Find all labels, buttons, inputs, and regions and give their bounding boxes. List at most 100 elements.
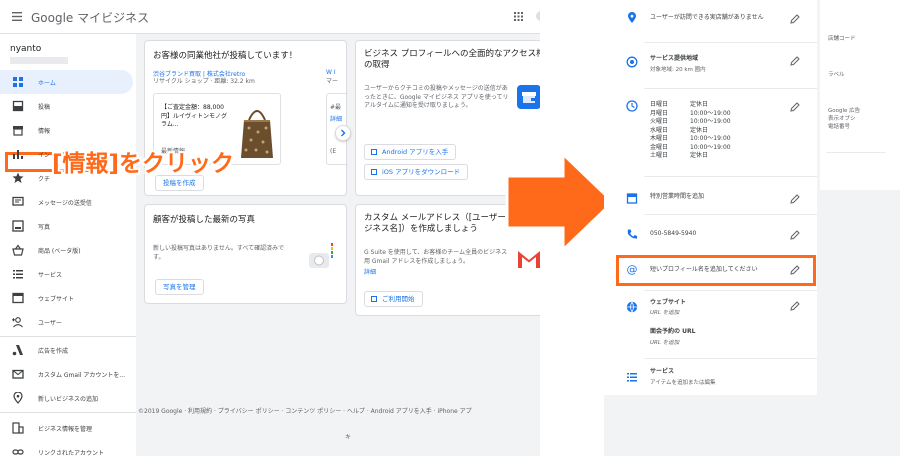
sidebar-divider	[0, 336, 136, 337]
clock-icon	[626, 100, 638, 112]
arrow-right-icon	[505, 152, 617, 252]
booking-value: URL を追加	[650, 340, 680, 346]
photos-text: 新しい投稿写真はありません。すべて確認済みです。	[153, 245, 285, 261]
sidebar-item-add-business[interactable]: 新しいビジネスの追加	[0, 386, 133, 410]
website-icon	[12, 292, 24, 304]
side-panel-bg	[820, 0, 900, 190]
annotation-click-info: [情報]をクリック	[52, 151, 235, 177]
hours-time: 定休日	[690, 126, 709, 134]
service-area-title: サービス提供地域	[650, 55, 699, 62]
special-hours-label: 特別営業時間を追加	[650, 193, 705, 200]
ads-label-2: 表示オプシ	[828, 116, 856, 122]
sidebar-item-posts[interactable]: 投稿	[0, 94, 133, 118]
next-post-button[interactable]	[335, 125, 351, 141]
booking-title: 面会予約の URL	[650, 328, 696, 335]
sidebar-item-photos[interactable]: 写真	[0, 214, 133, 238]
menu-icon[interactable]	[12, 12, 22, 21]
website-value: URL を追加	[650, 310, 680, 316]
target-icon	[626, 56, 638, 68]
phone-number: 050-5849-5940	[650, 230, 697, 237]
sidebar-item-label: ビジネス情報を管理	[38, 426, 93, 433]
sidebar-item-label: 商品 (ベータ版)	[38, 248, 81, 255]
edit-pencil-icon[interactable]	[790, 14, 800, 24]
customer-photos-card: 顧客が投稿した最新の写真 新しい投稿写真はありません。すべて確認済みです。 写真…	[144, 204, 347, 304]
ios-app-label: iOS アプリをダウンロード	[382, 168, 461, 176]
account-name: nyanto	[10, 44, 42, 54]
star-icon	[12, 172, 24, 184]
edit-pencil-icon[interactable]	[790, 230, 800, 240]
hours-time: 10:00～19:00	[690, 118, 731, 125]
sidebar-item-label: 投稿	[38, 104, 51, 111]
post-icon	[12, 100, 24, 112]
message-icon	[12, 196, 24, 208]
ads-icon	[12, 344, 24, 356]
sidebar-item-label: サービス	[38, 272, 63, 279]
divider	[826, 152, 886, 153]
sidebar-item-label: カスタム Gmail アカウントを...	[38, 372, 126, 379]
sidebar-item-services[interactable]: サービス	[0, 262, 133, 286]
camera-illustration-icon	[305, 241, 339, 273]
hours-day: 金曜日	[650, 143, 669, 151]
info-panel: ユーザーが訪問できる実店舗がありません サービス提供地域 対象地域: 20 km…	[604, 0, 817, 395]
gmb-info-screenshot: ユーザーが訪問できる実店舗がありません サービス提供地域 対象地域: 20 km…	[604, 0, 900, 456]
grid-icon	[12, 76, 24, 88]
sidebar-item-gmail[interactable]: カスタム Gmail アカウントを...	[0, 362, 133, 386]
get-started-label: ご利用開始	[382, 295, 415, 303]
ads-label-1: Google 広告	[828, 108, 861, 114]
sidebar-item-messages[interactable]: メッセージの送受信	[0, 190, 133, 214]
ios-app-button[interactable]: iOS アプリをダウンロード	[364, 164, 469, 180]
app-title[interactable]: Google マイビジネス	[31, 9, 149, 26]
basket-icon	[12, 244, 24, 256]
sidebar-item-label: リンクされたアカウント	[38, 450, 105, 456]
android-app-button[interactable]: Android アプリを入手	[364, 144, 457, 160]
post2-text: #最	[330, 104, 342, 111]
edit-pencil-icon[interactable]	[790, 194, 800, 204]
divider	[644, 176, 817, 177]
get-started-button[interactable]: ご利用開始	[364, 291, 423, 307]
card-title: 顧客が投稿した最新の写真	[153, 215, 256, 225]
edit-pencil-icon[interactable]	[790, 265, 800, 275]
edit-pencil-icon[interactable]	[790, 301, 800, 311]
ads-label-3: 電話番号	[828, 124, 851, 130]
manage-photos-button[interactable]: 写真を管理	[155, 279, 204, 295]
sidebar-item-create-ad[interactable]: 広告を作成	[0, 338, 133, 362]
divider	[644, 88, 817, 89]
hours-time: 10:00～19:00	[690, 109, 731, 117]
open-link-icon	[371, 296, 377, 302]
globe-icon	[626, 301, 638, 313]
sidebar-item-website[interactable]: ウェブサイト	[0, 286, 133, 310]
add-user-icon	[12, 316, 24, 328]
handbag-photo	[236, 98, 278, 158]
label-label: ラベル	[828, 72, 845, 78]
competitor-meta: リサイクル ショップ · 距離: 32.2 km	[153, 78, 255, 85]
sidebar-item-info[interactable]: 情報	[0, 118, 133, 142]
services-value: アイテムを追加または編集	[650, 380, 716, 386]
competitor2-company-link[interactable]: W I	[326, 69, 336, 76]
profile-text: ユーザーからクチコミの投稿やメッセージの送信があったときに、Google マイビ…	[364, 85, 509, 109]
post2-tag: (E	[330, 148, 337, 155]
edit-pencil-icon[interactable]	[790, 56, 800, 66]
calendar-icon	[626, 192, 638, 204]
account-avatar[interactable]	[536, 11, 540, 21]
account-id-redacted	[10, 57, 68, 64]
footer-extra: キ	[345, 434, 352, 441]
edit-pencil-icon[interactable]	[790, 102, 800, 112]
post2-link[interactable]: 詳細	[330, 114, 342, 123]
sidebar-item-home[interactable]: ホーム	[0, 70, 133, 94]
open-link-icon	[371, 169, 377, 175]
at-sign-icon: @	[626, 263, 638, 276]
services-title: サービス	[650, 368, 675, 375]
gmb-app-icon	[517, 85, 540, 109]
footer-links[interactable]: ©2019 Google · 利用規約 · プライバシー ポリシー · コンテン…	[138, 406, 472, 415]
sidebar-item-users[interactable]: ユーザー	[0, 310, 133, 334]
competitor-company-link[interactable]: 渋谷ブランド買取 | 株式会社retro	[153, 69, 245, 78]
phone-icon	[626, 228, 638, 240]
sidebar-item-label: 新しいビジネスの追加	[38, 396, 99, 403]
sidebar-item-label: ユーザー	[38, 320, 62, 327]
sidebar-item-manage-business[interactable]: ビジネス情報を管理	[0, 416, 133, 440]
apps-grid-icon[interactable]	[514, 12, 523, 21]
gmb-home-screenshot: Google マイビジネス nyanto ホーム 投稿 情報 イン クチ メッセ…	[0, 0, 540, 456]
sidebar-item-linked-accounts[interactable]: リンクされたアカウント	[0, 440, 133, 456]
sidebar-item-products[interactable]: 商品 (ベータ版)	[0, 238, 133, 262]
email-detail-link[interactable]: 詳細	[364, 267, 376, 276]
